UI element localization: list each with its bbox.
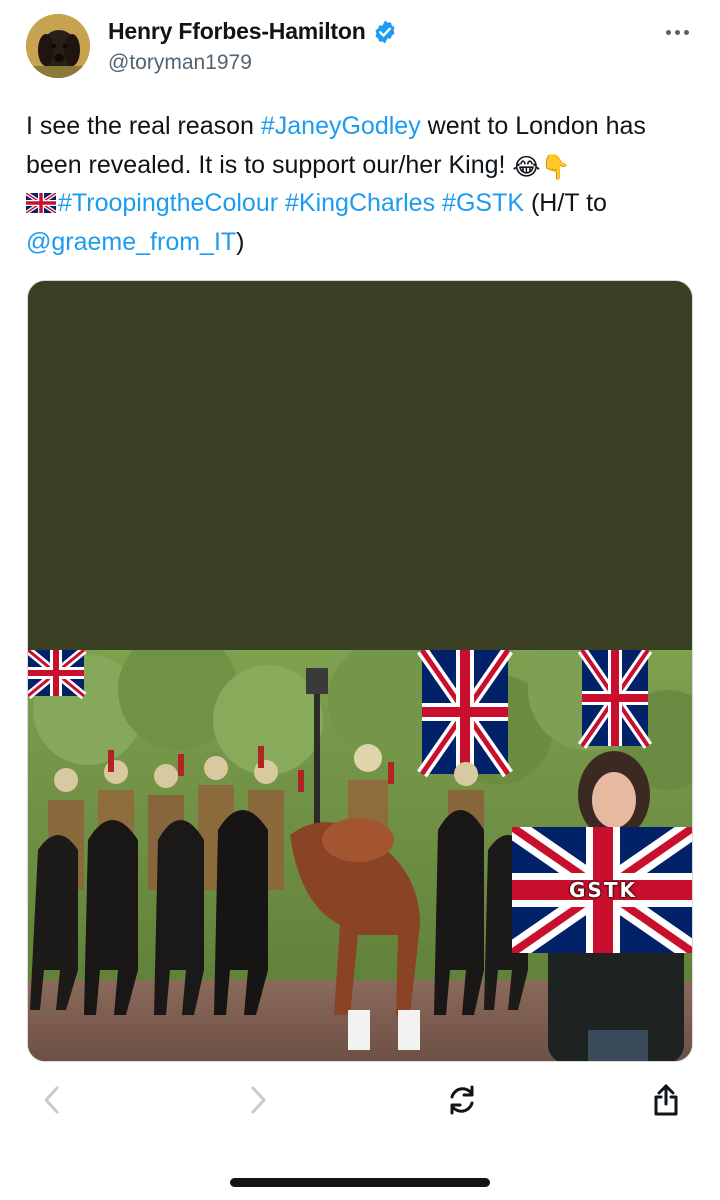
verified-badge-icon bbox=[375, 20, 395, 43]
tweet-text-segment: ) bbox=[236, 227, 245, 256]
refresh-icon bbox=[450, 1085, 474, 1115]
home-indicator[interactable] bbox=[230, 1178, 490, 1187]
display-name[interactable]: Henry Fforbes-Hamilton bbox=[108, 18, 366, 45]
hashtag-gstk[interactable]: #GSTK bbox=[442, 189, 524, 217]
back-button[interactable] bbox=[32, 1080, 72, 1120]
union-flag-center bbox=[417, 650, 513, 778]
tweet-media[interactable]: GSTK bbox=[27, 280, 693, 1062]
union-flag-right bbox=[577, 650, 653, 749]
forward-button[interactable] bbox=[238, 1080, 278, 1120]
media-dark-area bbox=[28, 281, 692, 650]
share-icon bbox=[654, 1084, 678, 1116]
chevron-right-icon bbox=[251, 1086, 266, 1114]
hashtag-janeygodley[interactable]: #JaneyGodley bbox=[261, 112, 421, 140]
gstk-overlay-flag: GSTK bbox=[505, 817, 692, 963]
browser-toolbar bbox=[0, 1070, 720, 1130]
share-button[interactable] bbox=[646, 1080, 686, 1120]
more-options-button[interactable] bbox=[660, 22, 694, 42]
tweet-header: Henry Fforbes-Hamilton @toryman1979 bbox=[26, 14, 694, 80]
uk-flag-emoji bbox=[26, 193, 56, 213]
tweet-text: I see the real reason #JaneyGodley went … bbox=[26, 107, 694, 261]
tweet-text-segment: (H/T to bbox=[524, 189, 607, 217]
chevron-left-icon bbox=[44, 1086, 59, 1114]
dog-avatar-icon bbox=[26, 14, 90, 78]
gstk-flag-text: GSTK bbox=[569, 878, 637, 902]
union-flag-left bbox=[28, 650, 87, 700]
hashtag-kingcharles[interactable]: #KingCharles bbox=[285, 189, 435, 217]
user-handle[interactable]: @toryman1979 bbox=[108, 51, 398, 75]
mention-graeme-from-it[interactable]: @graeme_from_IT bbox=[26, 228, 236, 256]
refresh-button[interactable] bbox=[442, 1080, 482, 1120]
pointing-down-emoji: 👇 bbox=[540, 153, 571, 181]
more-horizontal-icon bbox=[665, 29, 671, 35]
tweet-text-segment: I see the real reason bbox=[26, 112, 261, 140]
laughing-crying-emoji: 😂 bbox=[512, 153, 541, 181]
hashtag-troopingthecolour[interactable]: #TroopingtheColour bbox=[58, 189, 278, 217]
avatar[interactable] bbox=[26, 14, 90, 78]
